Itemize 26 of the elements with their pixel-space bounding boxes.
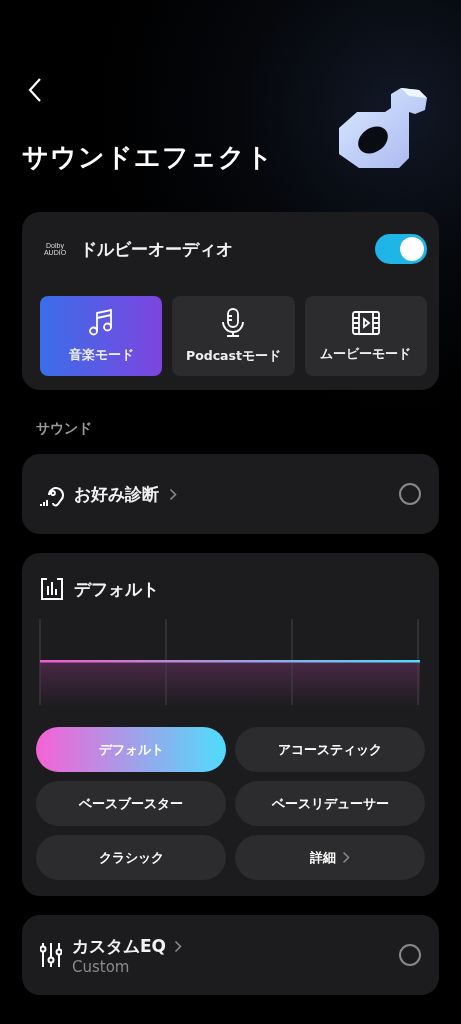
dolby-toggle[interactable] xyxy=(375,234,427,264)
chevron-right-icon xyxy=(174,939,183,953)
preset-button[interactable]: クラシック xyxy=(36,835,226,880)
radio-button[interactable] xyxy=(399,944,421,966)
preference-test-label[interactable]: お好み診断 xyxy=(74,482,159,506)
custom-eq-sublabel: Custom xyxy=(72,957,131,976)
preset-button[interactable]: ベースブースター xyxy=(36,781,226,826)
section-label: サウンド xyxy=(36,420,93,438)
page-title: サウンドエフェクト xyxy=(22,141,275,174)
sound-mode-button[interactable]: 音楽モード xyxy=(40,296,163,376)
equalizer-icon xyxy=(40,577,64,601)
preset-button[interactable]: 詳細 xyxy=(235,835,425,880)
film-icon xyxy=(351,309,380,336)
dolby-audio-label: ドルビーオーディオ xyxy=(80,237,233,261)
preset-button[interactable]: ベースリデューサー xyxy=(235,781,425,826)
preset-title: デフォルト xyxy=(74,577,159,601)
custom-eq-label[interactable]: カスタムEQ xyxy=(72,934,167,958)
preset-button[interactable]: アコースティック xyxy=(235,727,425,772)
microphone-icon xyxy=(220,307,247,338)
chevron-right-icon xyxy=(169,487,177,501)
music-note-icon xyxy=(88,308,115,337)
chevron-right-icon xyxy=(342,851,350,864)
sound-mode-button[interactable]: Podcastモード xyxy=(172,296,295,376)
sound-mode-button[interactable]: ムービーモード xyxy=(304,296,427,376)
radio-button[interactable] xyxy=(399,483,421,505)
sliders-icon xyxy=(40,942,62,968)
